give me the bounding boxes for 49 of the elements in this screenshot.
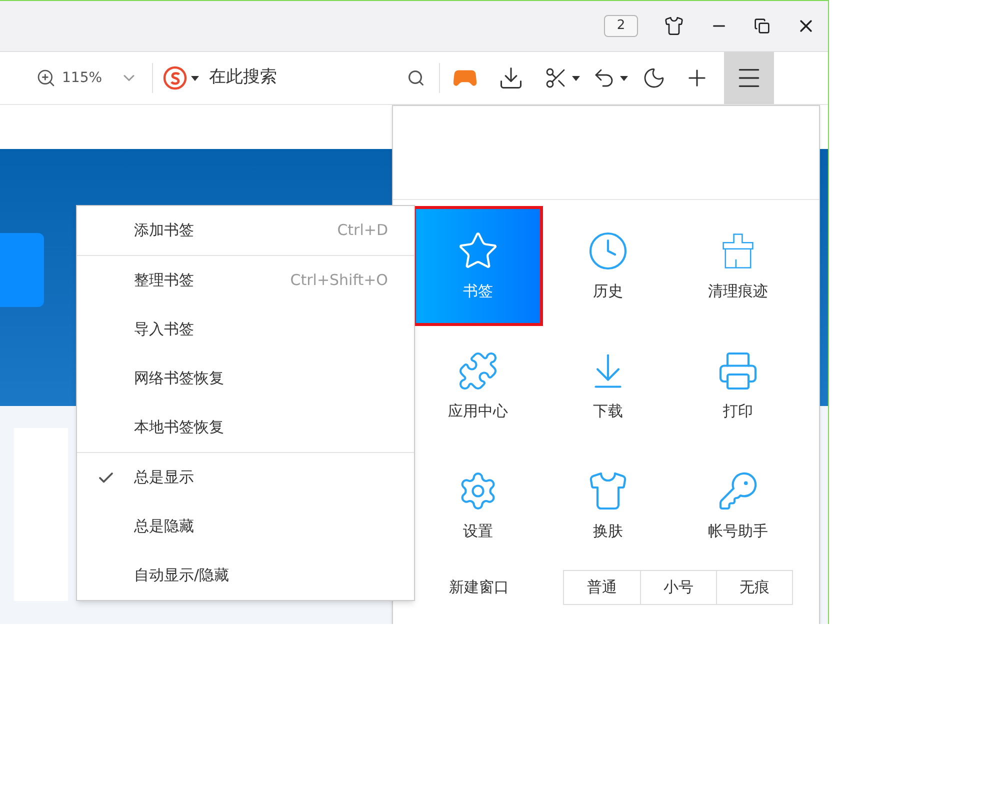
menu-tile[interactable]: 清理痕迹 [673,206,803,326]
context-menu-item[interactable]: 本地书签恢复 [77,403,414,452]
context-menu-item[interactable]: 总是显示 [77,453,414,502]
menu-item-label: 网络书签恢复 [134,368,224,390]
new-window-option[interactable]: 小号 [640,571,716,604]
printer-icon [717,350,759,392]
download-icon[interactable] [498,65,524,91]
menu-tile[interactable]: 打印 [673,326,803,446]
skin-icon[interactable] [664,16,684,36]
shortcut-text: Ctrl+D [337,220,388,242]
context-menu-item[interactable]: 自动显示/隐藏 [77,551,414,600]
clock-icon [587,230,629,272]
menu-tile[interactable]: 应用中心 [413,326,543,446]
context-menu-item[interactable]: 总是隐藏 [77,502,414,551]
menu-item-label: 总是隐藏 [134,516,194,538]
menu-item-label: 导入书签 [134,319,194,340]
zoom-icon[interactable] [36,68,56,88]
shirt-icon [587,470,629,512]
night-mode-icon[interactable] [642,66,666,90]
context-menu-item[interactable]: 导入书签 [77,305,414,354]
caret-icon[interactable] [572,76,580,80]
menu-item-label: 整理书签 [134,270,194,292]
menu-item-label: 本地书签恢复 [134,417,224,438]
menu-item-label: 添加书签 [134,220,194,242]
context-menu-item[interactable]: 网络书签恢复 [77,354,414,403]
tab-count[interactable]: 2 [604,15,638,37]
key-icon [717,470,759,512]
puzzle-icon [457,350,499,392]
context-menu-item[interactable]: 添加书签 Ctrl+D [77,206,414,255]
search-icon[interactable] [407,69,426,87]
menu-item-label: 总是显示 [134,467,194,488]
search-field[interactable]: 在此搜索 [209,65,400,91]
shortcut-text: Ctrl+Shift+O [290,270,388,292]
new-window-option[interactable]: 普通 [564,571,640,604]
context-menu-item[interactable]: 整理书签 Ctrl+Shift+O [77,256,414,305]
new-window-option[interactable]: 无痕 [716,571,792,604]
menu-item-label: 自动显示/隐藏 [134,565,230,586]
menu-tile[interactable]: 换肤 [543,446,673,566]
search-engine-logo[interactable] [163,66,188,90]
new-window-label: 新建窗口 [449,577,510,598]
menu-tile[interactable]: 历史 [543,206,673,326]
menu-tile[interactable]: 下载 [543,326,673,446]
menu-button[interactable] [724,52,774,104]
menu-tile[interactable]: 设置 [413,446,543,566]
caret-icon[interactable] [620,76,628,80]
zoom-level[interactable]: 115% [62,68,102,88]
menu-tile[interactable]: 帐号助手 [673,446,803,566]
restore-icon[interactable] [754,18,770,34]
caret-icon[interactable] [191,76,200,80]
